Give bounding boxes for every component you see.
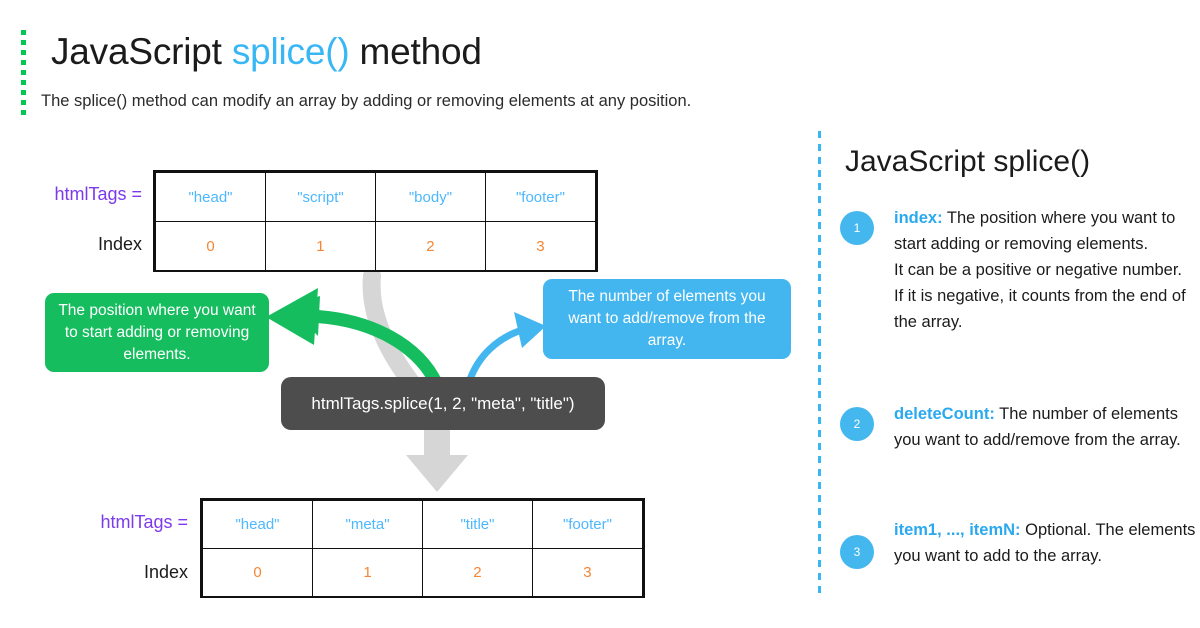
array-cell-value: "head" <box>155 172 266 222</box>
page-title-accent: splice() <box>231 31 350 72</box>
top-table-variable-label: htmlTags = <box>54 184 142 204</box>
array-cell-index: 1 <box>264 221 376 271</box>
param-number-badge: 3 <box>840 535 874 569</box>
array-cell-index: 0 <box>155 221 266 271</box>
table-row: "head" "meta" "title" "footer" <box>201 500 644 549</box>
param-description: deleteCount: The number of elements you … <box>894 401 1200 453</box>
param-keyword: index: <box>894 209 943 227</box>
index-arrow-icon <box>266 288 445 394</box>
param-number-badge: 1 <box>840 211 874 245</box>
param-description: item1, ..., itemN: Optional. The element… <box>894 517 1200 569</box>
panel-divider <box>818 131 821 595</box>
array-cell-value: "body" <box>374 172 486 222</box>
array-table-after: "head" "meta" "title" "footer" 0 1 2 3 <box>200 498 645 598</box>
param-number-badge: 2 <box>840 407 874 441</box>
header-accent-rule <box>21 30 26 116</box>
callout-delete-count-description: The number of elements you want to add/r… <box>543 279 791 359</box>
param-keyword: item1, ..., itemN: <box>894 521 1021 539</box>
page-subtitle: The splice() method can modify an array … <box>41 92 692 110</box>
param-item-items: 3 item1, ..., itemN: Optional. The eleme… <box>840 517 1200 569</box>
page-title-suffix: method <box>349 31 482 72</box>
array-cell-value: "head" <box>201 500 314 549</box>
param-item-delete-count: 2 deleteCount: The number of elements yo… <box>840 401 1200 453</box>
table-row: "head" "script" "body" "footer" <box>155 172 597 222</box>
slide-canvas: JavaScript splice() method The splice() … <box>0 0 1200 628</box>
bottom-table-variable-label: htmlTags = <box>100 512 188 532</box>
bottom-table-index-label: Index <box>143 562 188 582</box>
array-cell-index: 3 <box>484 221 597 271</box>
array-cell-value: "meta" <box>312 500 424 549</box>
array-cell-index: 2 <box>374 221 486 271</box>
array-cell-index: 2 <box>422 548 533 597</box>
page-title: JavaScript splice() method <box>51 29 482 75</box>
array-cell-value: "footer" <box>484 172 597 222</box>
code-snippet: htmlTags.splice(1, 2, "meta", "title") <box>281 377 605 430</box>
param-description: index: The position where you want to st… <box>894 205 1200 335</box>
param-extra-line-1: It can be a positive or negative number. <box>894 261 1183 279</box>
param-item-index: 1 index: The position where you want to … <box>840 205 1200 335</box>
array-cell-index: 3 <box>531 548 644 597</box>
top-table-index-label: Index <box>97 234 142 254</box>
array-cell-index: 0 <box>201 548 314 597</box>
param-extra-line-2: If it is negative, it counts from the en… <box>894 287 1186 331</box>
array-table-before: "head" "script" "body" "footer" 0 1 2 3 <box>153 170 598 272</box>
param-keyword: deleteCount: <box>894 405 995 423</box>
table-row: 0 1 2 3 <box>155 221 597 271</box>
page-title-prefix: JavaScript <box>51 31 232 72</box>
callout-index-description: The position where you want to start add… <box>45 293 269 372</box>
array-cell-value: "footer" <box>531 500 644 549</box>
array-cell-value: "title" <box>422 500 533 549</box>
array-cell-index: 1 <box>312 548 424 597</box>
table-row: 0 1 2 3 <box>201 548 644 597</box>
array-cell-value: "script" <box>264 172 376 222</box>
panel-title: JavaScript splice() <box>845 145 1091 178</box>
